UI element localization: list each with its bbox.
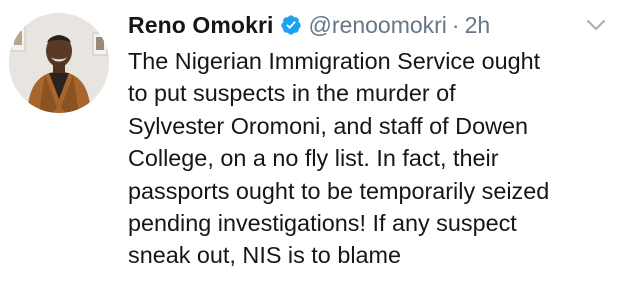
tweet[interactable]: Reno Omokri @renoomokri · 2h The Nigeria… bbox=[0, 0, 626, 297]
author-handle[interactable]: @renoomokri bbox=[309, 12, 447, 39]
tweet-text-line: to put suspects in the murder of bbox=[128, 80, 456, 107]
tweet-text-line: College, on a no fly list. In fact, thei… bbox=[128, 145, 499, 172]
tweet-text: The Nigerian Immigration Service ought t… bbox=[128, 45, 618, 272]
timestamp[interactable]: 2h bbox=[465, 12, 491, 39]
author-name[interactable]: Reno Omokri bbox=[128, 12, 274, 39]
profile-photo bbox=[9, 13, 109, 113]
tweet-header: Reno Omokri @renoomokri · 2h bbox=[128, 9, 490, 41]
verified-badge-icon bbox=[280, 14, 302, 36]
tweet-text-line: Sylvester Oromoni, and staff of Dowen bbox=[128, 112, 528, 139]
tweet-text-line: sneak out, NIS is to blame bbox=[128, 242, 402, 269]
tweet-text-line: pending investigations! If any suspect bbox=[128, 210, 517, 237]
tweet-text-line: passports ought to be temporarily seized bbox=[128, 177, 550, 204]
avatar[interactable] bbox=[9, 13, 109, 113]
chevron-down-icon[interactable] bbox=[584, 15, 608, 35]
separator-dot: · bbox=[451, 11, 460, 38]
tweet-text-line: The Nigerian Immigration Service ought bbox=[128, 48, 541, 74]
